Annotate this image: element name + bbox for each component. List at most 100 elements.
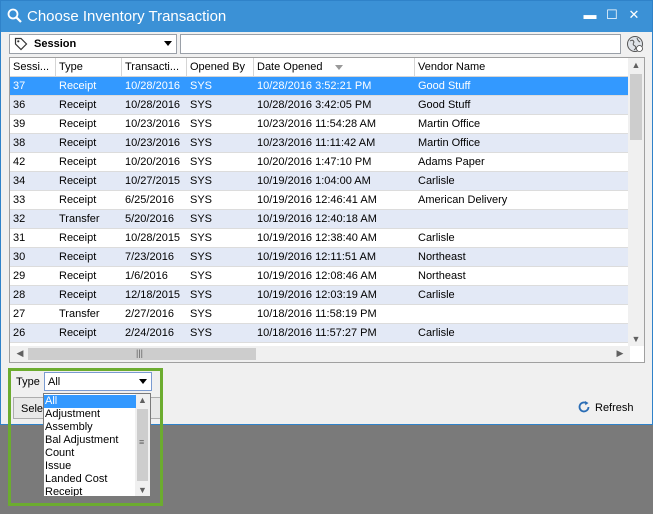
sort-descending-icon xyxy=(335,65,343,70)
cell-opened-by: SYS xyxy=(190,80,213,92)
cell-opened-by: SYS xyxy=(190,270,213,282)
cell-opened-by: SYS xyxy=(190,194,213,206)
table-row[interactable]: 34 Receipt 10/27/2015 SYS 10/19/2016 1:04:00… xyxy=(10,172,630,191)
horizontal-scroll-thumb[interactable]: ||| xyxy=(28,348,256,360)
cell-session: 42 xyxy=(13,156,26,168)
scroll-up-icon[interactable]: ▲ xyxy=(135,395,150,405)
cell-opened-by: SYS xyxy=(190,137,213,149)
dropdown-option[interactable]: Issue xyxy=(44,460,136,473)
cell-vendor-name xyxy=(415,210,630,228)
cell-transaction-date: 10/23/2016 xyxy=(125,137,181,149)
toolbar: Session xyxy=(1,32,652,56)
table-row[interactable]: 36 Receipt 10/28/2016 SYS 10/28/2016 3:42:05… xyxy=(10,96,630,115)
search-input[interactable] xyxy=(180,34,621,54)
cell-vendor-name: Martin Office xyxy=(418,118,481,130)
cell-session: 31 xyxy=(13,232,26,244)
cell-vendor-name: Carlisle xyxy=(418,175,455,187)
cell-session: 29 xyxy=(13,270,26,282)
column-header-transaction-date[interactable]: Transacti... xyxy=(122,58,187,77)
cell-transaction-date: 12/18/2015 xyxy=(125,289,181,301)
table-row[interactable]: 31 Receipt 10/28/2015 SYS 10/19/2016 12:38:4… xyxy=(10,229,630,248)
cell-transaction-date: 1/6/2016 xyxy=(125,270,168,282)
table-row[interactable]: 27 Transfer 2/27/2016 SYS 10/18/2016 11:58:1… xyxy=(10,305,630,324)
cell-transaction-date: 10/28/2015 xyxy=(125,232,181,244)
transactions-grid: Sessi... Type Transacti... Opened By Dat… xyxy=(9,57,645,363)
scroll-down-icon[interactable]: ▼ xyxy=(628,334,644,344)
cell-type: Receipt xyxy=(59,289,97,301)
cell-vendor-name: Good Stuff xyxy=(418,80,471,92)
cell-date-opened: 10/19/2016 12:08:46 AM xyxy=(257,270,377,282)
session-combo[interactable]: Session xyxy=(9,34,177,54)
dropdown-option[interactable]: Bal Adjustment xyxy=(44,434,136,447)
table-row[interactable]: 26 Receipt 2/24/2016 SYS 10/18/2016 11:57:27… xyxy=(10,324,630,343)
cell-vendor-name xyxy=(415,305,630,323)
search-icon xyxy=(7,8,22,23)
cell-opened-by: SYS xyxy=(190,289,213,301)
window-title: Choose Inventory Transaction xyxy=(27,8,227,25)
cell-type: Receipt xyxy=(59,80,97,92)
cell-date-opened: 10/19/2016 12:03:19 AM xyxy=(257,289,377,301)
table-row[interactable]: 30 Receipt 7/23/2016 SYS 10/19/2016 12:11:51… xyxy=(10,248,630,267)
grip-icon: ≡ xyxy=(139,437,145,447)
cell-type: Receipt xyxy=(59,270,97,282)
table-row[interactable]: 28 Receipt 12/18/2015 SYS 10/19/2016 12:03:1… xyxy=(10,286,630,305)
choose-inventory-transaction-window: Choose Inventory Transaction ▬ ☐ ✕ Sessi… xyxy=(0,0,653,425)
grid-header: Sessi... Type Transacti... Opened By Dat… xyxy=(10,58,630,77)
grip-icon: ||| xyxy=(136,348,144,358)
scroll-right-icon[interactable]: ▶ xyxy=(612,348,628,359)
cell-date-opened: 10/18/2016 11:58:19 PM xyxy=(257,308,377,320)
dropdown-scroll-thumb[interactable]: ≡ xyxy=(137,409,148,481)
scroll-up-icon[interactable]: ▲ xyxy=(628,60,644,70)
cell-date-opened: 10/19/2016 12:38:40 AM xyxy=(257,232,377,244)
column-header-type[interactable]: Type xyxy=(56,58,122,77)
cell-vendor-name: Northeast xyxy=(418,251,466,263)
dropdown-scrollbar[interactable]: ▲ ≡ ▼ xyxy=(135,394,150,496)
cell-transaction-date: 10/20/2016 xyxy=(125,156,181,168)
column-header-opened-by[interactable]: Opened By xyxy=(187,58,254,77)
globe-icon[interactable] xyxy=(626,35,644,53)
dropdown-option[interactable]: Assembly xyxy=(44,421,136,434)
table-row[interactable]: 32 Transfer 5/20/2016 SYS 10/19/2016 12:40:1… xyxy=(10,210,630,229)
dropdown-option[interactable]: Adjustment xyxy=(44,408,136,421)
cell-session: 37 xyxy=(13,80,26,92)
table-row[interactable]: 39 Receipt 10/23/2016 SYS 10/23/2016 11:54:2… xyxy=(10,115,630,134)
table-row[interactable]: 33 Receipt 6/25/2016 SYS 10/19/2016 12:46:41… xyxy=(10,191,630,210)
cell-type: Receipt xyxy=(59,175,97,187)
column-header-date-opened[interactable]: Date Opened xyxy=(254,58,415,77)
close-button[interactable]: ✕ xyxy=(621,5,647,25)
vertical-scroll-thumb[interactable] xyxy=(630,74,642,140)
dropdown-option[interactable]: All xyxy=(44,395,136,408)
cell-type: Receipt xyxy=(59,251,97,263)
scroll-left-icon[interactable]: ◀ xyxy=(12,348,28,359)
table-row[interactable]: 29 Receipt 1/6/2016 SYS 10/19/2016 12:08:46 … xyxy=(10,267,630,286)
dropdown-option[interactable]: Landed Cost xyxy=(44,473,136,486)
column-header-session[interactable]: Sessi... xyxy=(10,58,56,77)
vertical-scrollbar[interactable]: ▲ ▼ xyxy=(628,58,644,346)
cell-type: Receipt xyxy=(59,118,97,130)
cell-opened-by: SYS xyxy=(190,327,213,339)
cell-session: 38 xyxy=(13,137,26,149)
table-row[interactable]: 38 Receipt 10/23/2016 SYS 10/23/2016 11:11:4… xyxy=(10,134,630,153)
cell-date-opened: 10/19/2016 12:11:51 AM xyxy=(257,251,377,263)
cell-vendor-name: Carlisle xyxy=(418,232,455,244)
cell-date-opened: 10/20/2016 1:47:10 PM xyxy=(257,156,372,168)
title-bar: Choose Inventory Transaction ▬ ☐ ✕ xyxy=(1,1,652,32)
cell-date-opened: 10/23/2016 11:54:28 AM xyxy=(257,118,377,130)
cell-opened-by: SYS xyxy=(190,118,213,130)
cell-type: Receipt xyxy=(59,194,97,206)
type-dropdown-list: ▲ ≡ ▼ All Adjustment Assembly Bal Adjustmen… xyxy=(43,393,151,497)
horizontal-scrollbar[interactable]: ◀ ||| ▶ xyxy=(10,346,630,362)
cell-opened-by: SYS xyxy=(190,308,213,320)
cell-session: 30 xyxy=(13,251,26,263)
dropdown-option[interactable]: Receipt xyxy=(44,486,136,496)
cell-vendor-name: Northeast xyxy=(418,270,466,282)
scroll-down-icon[interactable]: ▼ xyxy=(135,485,150,495)
refresh-button[interactable]: Refresh xyxy=(574,399,640,417)
table-row[interactable]: 42 Receipt 10/20/2016 SYS 10/20/2016 1:47:10… xyxy=(10,153,630,172)
cell-session: 26 xyxy=(13,327,26,339)
cell-vendor-name: Carlisle xyxy=(418,289,455,301)
dropdown-option[interactable]: Count xyxy=(44,447,136,460)
column-header-vendor-name[interactable]: Vendor Name xyxy=(415,58,630,77)
table-row[interactable]: 37 Receipt 10/28/2016 SYS 10/28/2016 3:52:21… xyxy=(10,77,630,96)
cell-session: 36 xyxy=(13,99,26,111)
